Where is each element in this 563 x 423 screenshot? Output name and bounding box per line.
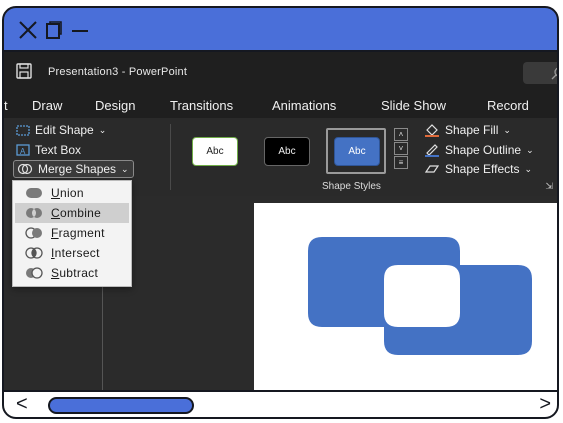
chevron-down-icon: ⌄ xyxy=(526,144,534,155)
window-titlebar xyxy=(4,8,557,52)
merged-shapes[interactable] xyxy=(254,203,559,396)
merge-shapes-label: Merge Shapes xyxy=(38,162,117,176)
style-sample: Abc xyxy=(334,137,380,166)
intersect-icon xyxy=(23,247,45,259)
menu-item-label: Intersect xyxy=(51,246,100,260)
shape-outline-label: Shape Outline xyxy=(445,143,522,157)
tab-partial[interactable]: t xyxy=(4,98,8,113)
text-box-label: Text Box xyxy=(35,143,82,157)
menu-item-subtract[interactable]: Subtract xyxy=(15,263,129,283)
menu-item-label: Combine xyxy=(51,206,102,220)
shape-style-option-3[interactable]: Abc xyxy=(326,128,386,174)
edit-shape-button[interactable]: Edit Shape ⌄ xyxy=(16,123,106,137)
edit-shape-icon xyxy=(16,125,30,136)
menu-item-combine[interactable]: Combine xyxy=(15,203,129,223)
tab-design[interactable]: Design xyxy=(95,98,135,113)
save-icon[interactable] xyxy=(16,63,32,79)
group-divider xyxy=(170,124,171,190)
svg-text:A: A xyxy=(20,147,26,156)
shape-effects-icon xyxy=(424,165,440,173)
style-gallery-scroll[interactable]: ˄ ˅ ≡ xyxy=(394,128,410,172)
subtract-icon xyxy=(23,267,45,279)
shape-fill-button[interactable]: Shape Fill ⌄ xyxy=(424,123,511,137)
ribbon-tabs: t Draw Design Transitions Animations Sli… xyxy=(4,92,557,118)
tab-draw[interactable]: Draw xyxy=(32,98,62,113)
combine-icon xyxy=(23,207,45,219)
slide-canvas[interactable] xyxy=(254,203,559,396)
minimize-icon[interactable] xyxy=(70,20,90,40)
text-box-icon: A xyxy=(16,144,30,156)
app-title-bar: Presentation3 - PowerPoint xyxy=(4,52,557,92)
chevron-down-icon: ⌄ xyxy=(503,124,511,135)
tab-animations[interactable]: Animations xyxy=(272,98,336,113)
shape-effects-button[interactable]: Shape Effects ⌄ xyxy=(424,162,532,176)
combined-shape[interactable] xyxy=(308,237,532,355)
shape-fill-label: Shape Fill xyxy=(445,123,499,137)
shape-style-option-2[interactable]: Abc xyxy=(256,128,316,174)
scroll-left-arrow[interactable]: < xyxy=(16,393,28,416)
shape-effects-label: Shape Effects xyxy=(445,162,520,176)
menu-item-intersect[interactable]: Intersect xyxy=(15,243,129,263)
chevron-down-icon: ⌄ xyxy=(524,163,533,174)
edit-shape-label: Edit Shape xyxy=(35,123,94,137)
tab-slide-show[interactable]: Slide Show xyxy=(381,98,446,113)
restore-icon[interactable] xyxy=(44,20,64,40)
scroll-right-arrow[interactable]: > xyxy=(539,393,551,416)
merge-shapes-menu: Union Combine Fragment Intersect Subtrac… xyxy=(12,180,132,287)
menu-item-label: Fragment xyxy=(51,226,105,240)
paint-bucket-icon xyxy=(425,124,439,137)
dialog-launcher-icon[interactable]: ⇲ xyxy=(545,181,553,192)
tab-transitions[interactable]: Transitions xyxy=(170,98,233,113)
menu-item-fragment[interactable]: Fragment xyxy=(15,223,129,243)
menu-item-label: Union xyxy=(51,186,84,200)
pen-icon xyxy=(425,144,439,157)
chevron-down-icon: ⌄ xyxy=(98,124,107,135)
merge-shapes-button[interactable]: Merge Shapes ⌄ xyxy=(13,160,134,178)
scrollbar-thumb[interactable] xyxy=(48,397,194,414)
union-icon xyxy=(23,187,45,199)
horizontal-scrollbar[interactable]: < > xyxy=(4,390,557,417)
chevron-down-icon: ⌄ xyxy=(121,163,129,174)
shape-outline-button[interactable]: Shape Outline ⌄ xyxy=(424,143,534,157)
search-box[interactable] xyxy=(523,62,559,84)
style-sample: Abc xyxy=(192,137,238,166)
chevron-up-icon[interactable]: ˄ xyxy=(394,128,408,141)
close-icon[interactable] xyxy=(18,20,38,40)
menu-item-label: Subtract xyxy=(51,266,99,280)
search-icon[interactable] xyxy=(551,66,559,80)
tab-record[interactable]: Record xyxy=(487,98,529,113)
style-sample: Abc xyxy=(264,137,310,166)
text-box-button[interactable]: A Text Box xyxy=(16,143,81,157)
app-frame: Presentation3 - PowerPoint t Draw Design… xyxy=(2,6,559,419)
fragment-icon xyxy=(23,227,45,239)
shape-styles-group-label: Shape Styles xyxy=(322,181,381,192)
merge-shapes-icon xyxy=(17,163,33,175)
menu-item-union[interactable]: Union xyxy=(15,183,129,203)
chevron-down-icon[interactable]: ˅ xyxy=(394,142,408,155)
document-title: Presentation3 - PowerPoint xyxy=(48,66,188,78)
shape-style-option-1[interactable]: Abc xyxy=(184,128,244,174)
more-icon[interactable]: ≡ xyxy=(394,156,408,169)
